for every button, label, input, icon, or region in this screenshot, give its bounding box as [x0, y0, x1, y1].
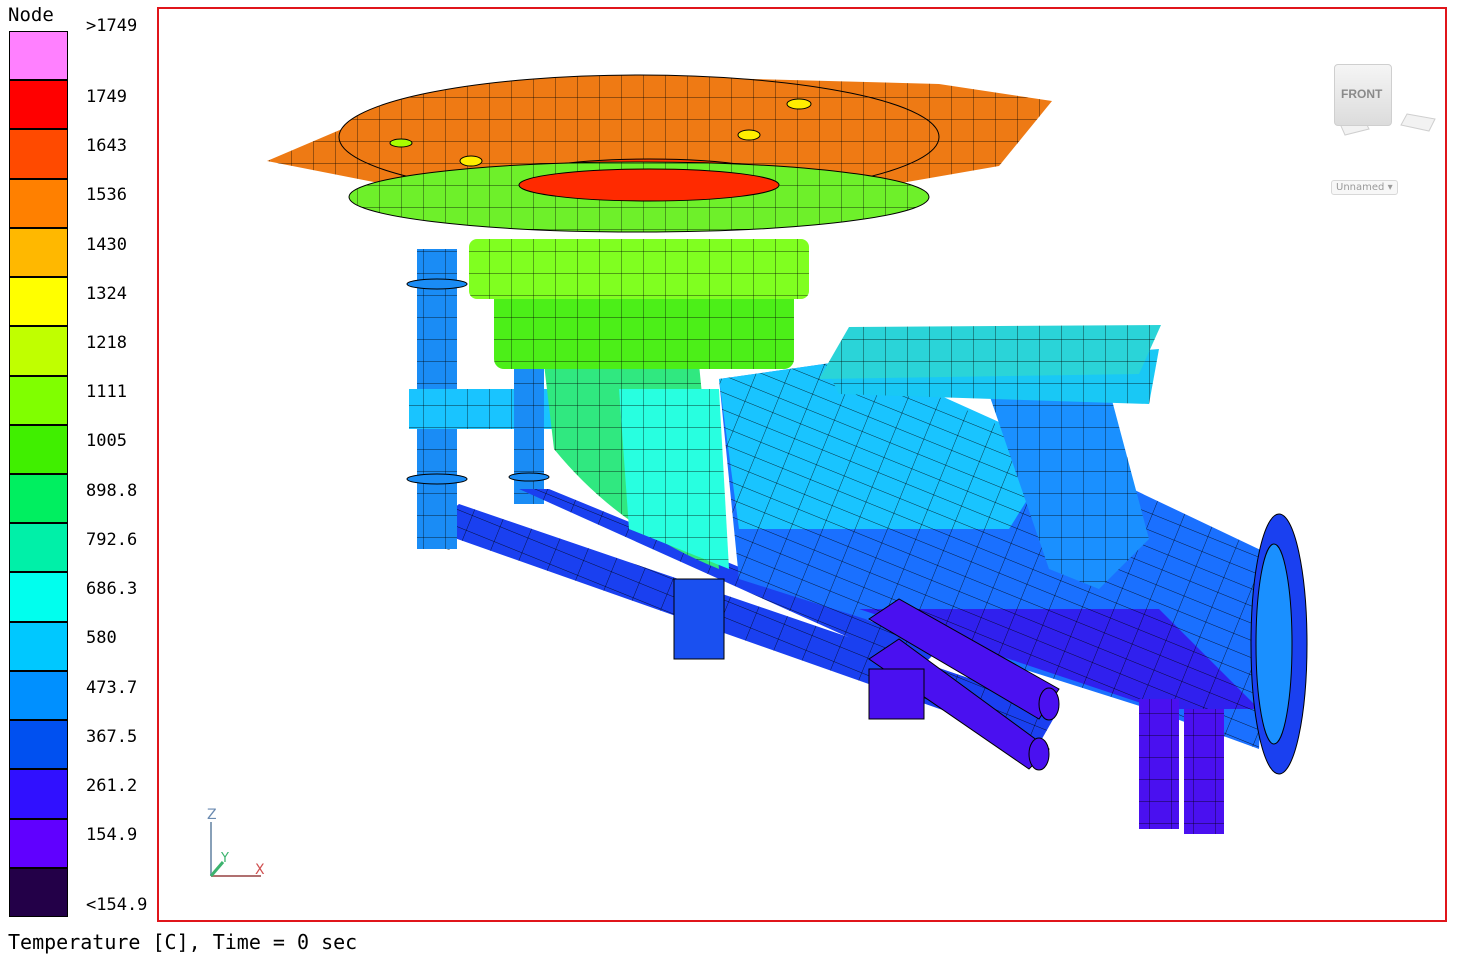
legend-label: 580 — [86, 628, 117, 649]
legend-swatch — [9, 621, 68, 671]
legend-swatch — [9, 178, 68, 228]
legend-swatch — [9, 867, 68, 917]
fem-model[interactable] — [159, 9, 1447, 922]
color-legend — [9, 31, 70, 917]
legend-swatch — [9, 31, 68, 81]
legend-title: Node — [8, 4, 54, 26]
model-viewport[interactable]: FRONT Unnamed ▾ Z X Y — [157, 7, 1447, 922]
view-name: Unnamed — [1336, 182, 1385, 193]
legend-swatch — [9, 769, 68, 819]
legend-swatch — [9, 720, 68, 770]
legend-label: 1005 — [86, 431, 127, 452]
legend-label: 1324 — [86, 283, 127, 304]
legend-swatch — [9, 80, 68, 130]
legend-label: 473.7 — [86, 677, 138, 698]
legend-label: 1111 — [86, 382, 127, 403]
legend-label: 1749 — [86, 86, 127, 107]
legend-label: 1218 — [86, 332, 127, 353]
legend-swatch — [9, 227, 68, 278]
legend-swatch — [9, 326, 68, 376]
legend-label: 1536 — [86, 185, 127, 206]
legend-swatch — [9, 818, 68, 868]
y-axis-label: Y — [220, 851, 229, 866]
legend-label: 792.6 — [86, 529, 138, 550]
legend-swatch — [9, 523, 68, 573]
legend-label: >1749 — [86, 16, 138, 36]
legend-label: <154.9 — [86, 895, 148, 915]
front-face[interactable]: FRONT — [1334, 64, 1392, 126]
legend-swatch — [9, 474, 68, 524]
legend-swatch — [9, 129, 68, 179]
legend-swatch — [9, 572, 68, 622]
result-caption: Temperature [C], Time = 0 sec — [8, 930, 358, 954]
view-name-dropdown[interactable]: Unnamed ▾ — [1331, 180, 1398, 195]
legend-label: 1430 — [86, 234, 127, 255]
axis-triad: Z X Y — [207, 807, 265, 878]
legend-label: 1643 — [86, 136, 127, 157]
z-axis-label: Z — [207, 807, 217, 823]
rim-ring[interactable] — [348, 161, 930, 233]
front-face-label: FRONT — [1341, 87, 1383, 101]
legend-label: 367.5 — [86, 726, 138, 747]
legend-label: 154.9 — [86, 825, 138, 846]
chevron-down-icon: ▾ — [1387, 182, 1393, 193]
legend-swatch — [9, 670, 68, 721]
legend-swatch — [9, 424, 68, 474]
x-axis-label: X — [255, 862, 265, 878]
legend-swatch — [9, 277, 68, 327]
legend-label: 898.8 — [86, 480, 138, 501]
legend-swatch — [9, 375, 68, 425]
legend-label: 686.3 — [86, 579, 138, 600]
legend-label: 261.2 — [86, 775, 138, 796]
